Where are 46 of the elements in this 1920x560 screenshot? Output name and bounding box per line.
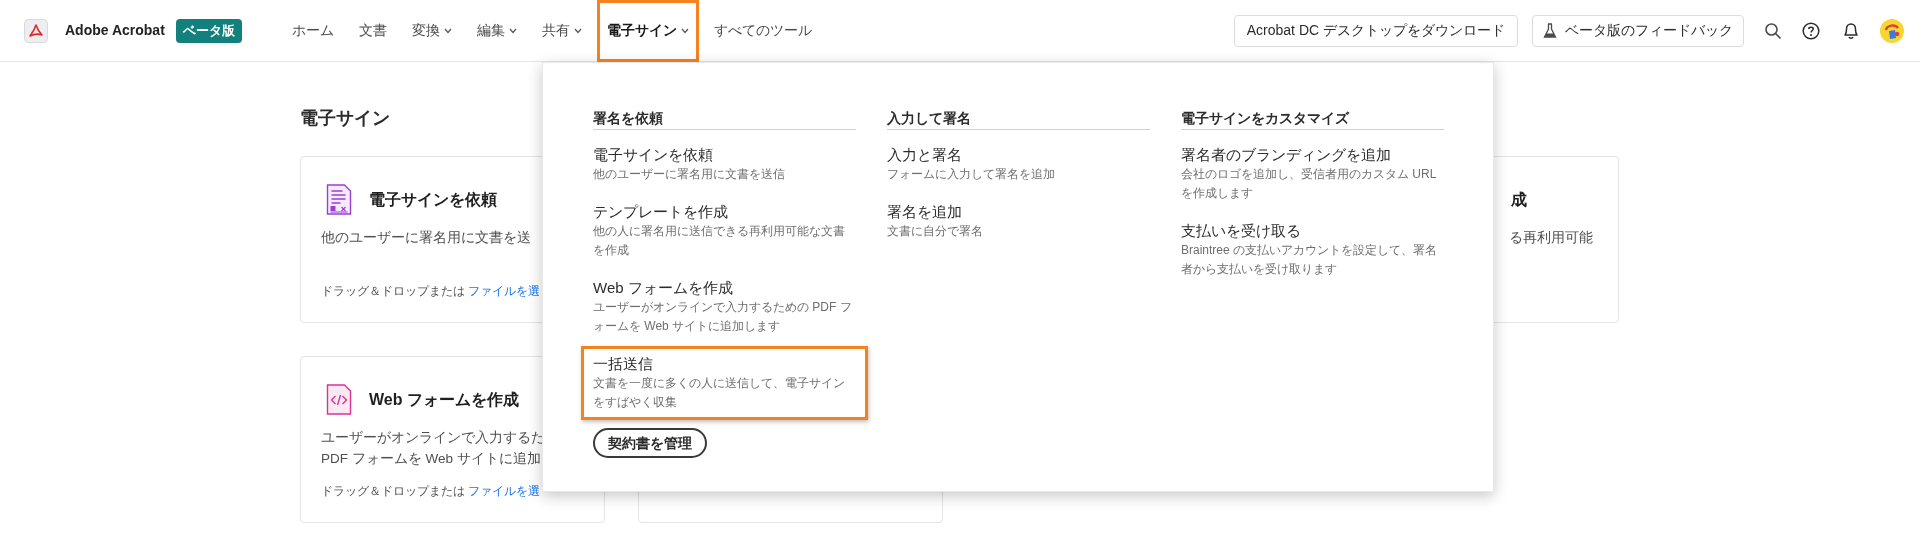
- menu-item[interactable]: 署名者のブランディングを追加 会社のロゴを追加し、受信者用のカスタム URL を作成します: [1169, 137, 1456, 211]
- card-title: 電子サインを依頼: [369, 189, 497, 210]
- nav-tab[interactable]: 共有: [531, 0, 592, 62]
- feedback-button[interactable]: ベータ版のフィードバック: [1532, 14, 1744, 47]
- choose-file-link[interactable]: ファイルを選: [468, 483, 540, 501]
- nav-tab[interactable]: 変換: [401, 0, 462, 62]
- menu-item-title: 支払いを受け取る: [1181, 221, 1302, 241]
- menu-item[interactable]: 支払いを受け取る Braintree の支払いアカウントを設定して、署名 者から支払いを受け取ります: [1169, 213, 1456, 287]
- choose-file-link[interactable]: ファイルを選: [468, 283, 540, 301]
- flask-icon: [1543, 22, 1557, 39]
- drop-hint: ドラッグ＆ドロップまたは: [321, 284, 465, 299]
- help-icon[interactable]: [1802, 21, 1820, 40]
- menu-item-title: 署名を追加: [887, 202, 963, 222]
- drop-hint: ドラッグ＆ドロップまたは: [321, 484, 465, 499]
- card-description: 他のユーザーに署名用に文書を送: [320, 229, 531, 247]
- manage-agreements-button[interactable]: 契約書を管理: [593, 428, 707, 458]
- avatar-icon[interactable]: [1880, 18, 1904, 43]
- nav-tab[interactable]: すべてのツール: [703, 0, 822, 62]
- menu-item[interactable]: 署名を追加 文書に自分で署名: [875, 194, 1162, 249]
- beta-badge: ベータ版: [175, 18, 242, 43]
- menu-heading: 電子サインをカスタマイズ: [1181, 109, 1444, 130]
- menu-heading: 入力して署名: [887, 109, 1150, 130]
- menu-item-description: 文書に自分で署名: [887, 223, 984, 240]
- app-logo-icon[interactable]: [24, 18, 48, 43]
- menu-item-description: 会社のロゴを追加し、受信者用のカスタム URL を作成します: [1181, 166, 1438, 202]
- menu-heading: 署名を依頼: [593, 109, 856, 130]
- menu-item[interactable]: 入力と署名 フォームに入力して署名を追加: [875, 137, 1162, 192]
- notification-bell-icon[interactable]: [1842, 21, 1860, 40]
- card-description: る再利用可能: [1508, 229, 1594, 247]
- download-button[interactable]: Acrobat DC デスクトップをダウンロード: [1233, 14, 1518, 47]
- menu-item-description: Braintree の支払いアカウントを設定して、署名 者から支払いを受け取ります: [1181, 242, 1439, 278]
- card-title: 成: [1510, 189, 1528, 210]
- menu-item[interactable]: 一括送信 文書を一度に多くの人に送信して、電子サイン をすばやく収集: [581, 346, 868, 420]
- card-title: Web フォームを作成: [369, 389, 519, 410]
- app-name: Adobe Acrobat: [65, 21, 165, 40]
- menu-item-description: フォームに入力して署名を追加: [887, 166, 1056, 183]
- search-icon[interactable]: [1764, 21, 1782, 40]
- nav-tab[interactable]: ホーム: [281, 0, 344, 62]
- menu-item-title: 署名者のブランディングを追加: [1181, 145, 1392, 165]
- menu-item-title: 入力と署名: [887, 145, 963, 165]
- document-signature-icon: [326, 184, 352, 215]
- section-title: 電子サイン: [300, 107, 390, 129]
- code-document-icon: [326, 384, 352, 415]
- nav-tab[interactable]: 文書: [348, 0, 397, 62]
- nav-tab[interactable]: 電子サイン: [596, 0, 699, 62]
- nav-tab[interactable]: 編集: [466, 0, 527, 62]
